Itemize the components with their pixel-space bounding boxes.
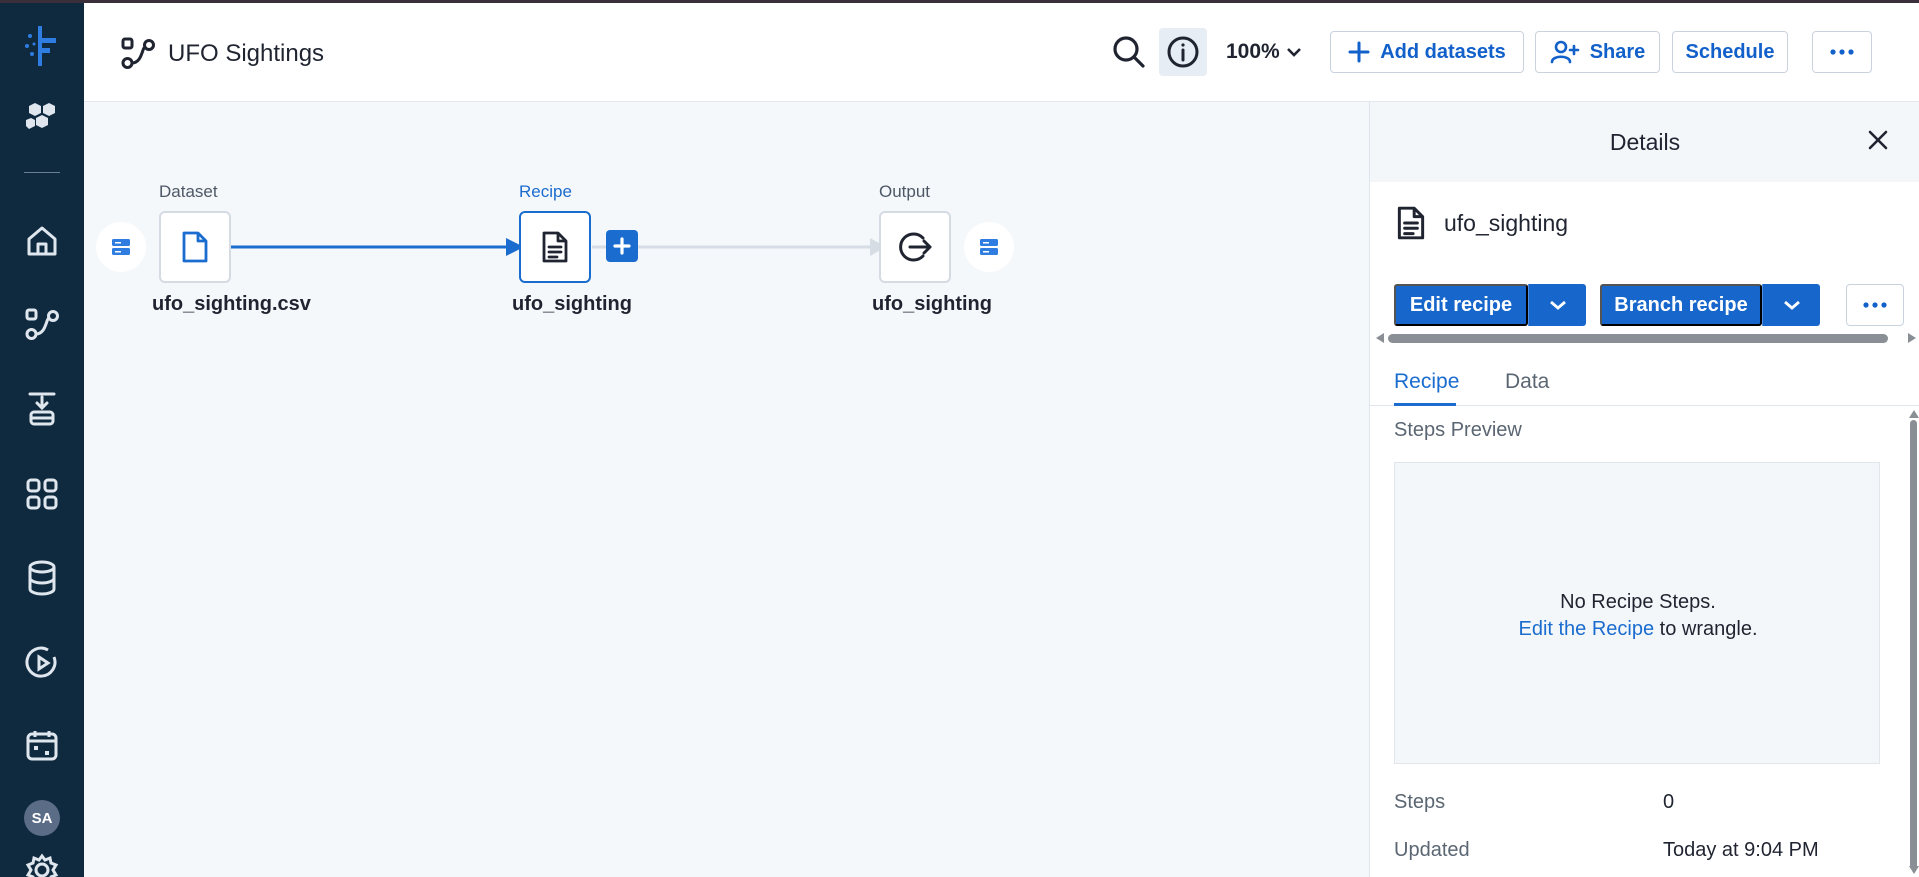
horizontal-scrollbar[interactable] bbox=[1388, 334, 1888, 343]
steps-count-label: Steps bbox=[1394, 791, 1446, 813]
empty-steps-message: No Recipe Steps. bbox=[1560, 591, 1716, 613]
chevron-down-icon bbox=[1549, 300, 1566, 310]
tab-recipe[interactable]: Recipe bbox=[1394, 370, 1459, 394]
steps-count-value: 0 bbox=[1663, 791, 1675, 813]
add-datasets-label: Add datasets bbox=[1380, 40, 1506, 63]
scroll-left-arrow[interactable] bbox=[1374, 332, 1386, 344]
rail-divider bbox=[24, 172, 60, 173]
import-icon[interactable] bbox=[0, 381, 84, 437]
more-horizontal-icon bbox=[1863, 302, 1887, 308]
edit-recipe-button[interactable]: Edit recipe bbox=[1394, 284, 1528, 326]
recipe-node-name[interactable]: ufo_sighting bbox=[512, 293, 632, 316]
database-icon[interactable] bbox=[0, 550, 84, 606]
calendar-icon[interactable] bbox=[0, 717, 84, 773]
dataset-type-label: Dataset bbox=[159, 182, 218, 201]
chevron-down-icon bbox=[1783, 300, 1800, 310]
flow-icon[interactable] bbox=[0, 296, 84, 352]
updated-label: Updated bbox=[1394, 839, 1470, 861]
share-label: Share bbox=[1589, 40, 1646, 63]
scroll-right-arrow[interactable] bbox=[1906, 332, 1918, 344]
output-arrow-icon bbox=[899, 232, 932, 262]
top-header: UFO Sightings 100% Add datasets Share Sc… bbox=[84, 3, 1919, 102]
apps-icon[interactable] bbox=[0, 466, 84, 522]
branch-recipe-button[interactable]: Branch recipe bbox=[1600, 284, 1762, 326]
document-icon bbox=[1396, 205, 1426, 246]
add-step-button[interactable] bbox=[606, 230, 638, 262]
flow-canvas[interactable]: Dataset ufo_sighting.csv Recipe ufo_sigh… bbox=[84, 102, 1369, 877]
recipe-node[interactable] bbox=[519, 211, 591, 283]
chevron-down-icon bbox=[1286, 48, 1301, 57]
flow-connectors bbox=[230, 238, 886, 256]
empty-hint-suffix: to wrangle. bbox=[1654, 618, 1758, 640]
output-node[interactable] bbox=[879, 211, 951, 283]
add-datasets-button[interactable]: Add datasets bbox=[1330, 31, 1524, 73]
flow-title[interactable]: UFO Sightings bbox=[168, 40, 324, 68]
close-icon[interactable] bbox=[1866, 128, 1890, 157]
output-node-name[interactable]: ufo_sighting bbox=[872, 293, 992, 316]
output-type-label: Output bbox=[879, 182, 931, 201]
empty-steps-hint: Edit the Recipe to wrangle. bbox=[1395, 618, 1881, 641]
edit-the-recipe-link[interactable]: Edit the Recipe bbox=[1518, 618, 1654, 640]
branch-recipe-dropdown-button[interactable] bbox=[1762, 284, 1820, 326]
details-panel-header: Details bbox=[1370, 102, 1919, 182]
add-user-icon bbox=[1550, 40, 1580, 64]
dataset-node[interactable] bbox=[159, 211, 231, 283]
active-tab-indicator bbox=[1394, 403, 1456, 406]
home-icon[interactable] bbox=[0, 213, 84, 269]
dataset-source-icon[interactable] bbox=[96, 222, 146, 272]
details-tabs: Recipe Data bbox=[1370, 356, 1919, 406]
panel-more-options-button[interactable] bbox=[1846, 284, 1904, 326]
zoom-level: 100% bbox=[1226, 40, 1280, 63]
schedule-button[interactable]: Schedule bbox=[1672, 31, 1788, 73]
info-icon[interactable] bbox=[1159, 28, 1207, 76]
details-title: Details bbox=[1609, 129, 1681, 155]
logo-icon[interactable] bbox=[0, 18, 84, 74]
zoom-dropdown[interactable]: 100% bbox=[1226, 40, 1302, 64]
steps-preview-label: Steps Preview bbox=[1394, 419, 1522, 441]
flow-icon bbox=[120, 36, 156, 75]
document-icon bbox=[542, 231, 568, 263]
plus-icon bbox=[1348, 41, 1370, 63]
hexagons-icon[interactable] bbox=[0, 90, 84, 146]
dataset-node-name[interactable]: ufo_sighting.csv bbox=[152, 293, 311, 316]
steps-preview-box: No Recipe Steps. Edit the Recipe to wran… bbox=[1394, 462, 1880, 764]
plus-icon bbox=[613, 237, 631, 255]
settings-icon[interactable] bbox=[0, 853, 84, 877]
edit-recipe-dropdown-button[interactable] bbox=[1528, 284, 1586, 326]
more-options-button[interactable] bbox=[1812, 31, 1872, 73]
play-circle-icon[interactable] bbox=[0, 635, 84, 691]
scroll-up-arrow[interactable] bbox=[1908, 408, 1919, 420]
file-icon bbox=[182, 231, 208, 263]
details-panel: Details ufo_sighting Edit recipe Branch … bbox=[1369, 102, 1919, 877]
selected-item-name: ufo_sighting bbox=[1444, 210, 1569, 236]
destination-icon[interactable] bbox=[964, 222, 1014, 272]
user-avatar[interactable]: SA bbox=[24, 800, 60, 836]
recipe-type-label: Recipe bbox=[519, 182, 572, 201]
scroll-down-arrow[interactable] bbox=[1908, 864, 1919, 876]
left-navigation-rail: SA bbox=[0, 3, 84, 877]
vertical-scrollbar[interactable] bbox=[1910, 420, 1917, 870]
tab-data[interactable]: Data bbox=[1505, 370, 1549, 394]
more-horizontal-icon bbox=[1830, 49, 1854, 55]
schedule-label: Schedule bbox=[1685, 40, 1775, 63]
search-icon[interactable] bbox=[1105, 28, 1153, 76]
share-button[interactable]: Share bbox=[1535, 31, 1660, 73]
updated-value: Today at 9:04 PM bbox=[1663, 839, 1819, 861]
